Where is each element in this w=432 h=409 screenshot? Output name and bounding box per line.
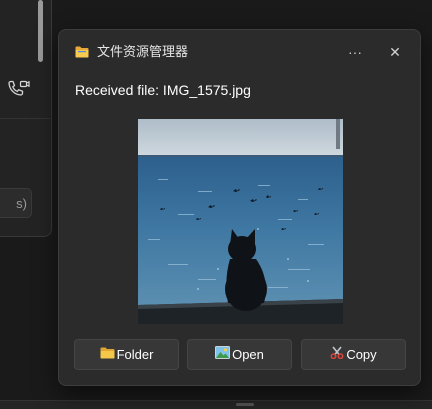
more-options-button[interactable]: ··· — [343, 41, 367, 63]
picture-icon — [215, 340, 231, 369]
notification-header: 文件资源管理器 ··· ✕ — [59, 30, 420, 74]
copy-file-button[interactable]: Copy — [301, 339, 406, 370]
copy-button-label: Copy — [346, 347, 377, 362]
folder-icon — [100, 340, 115, 369]
background-input-field[interactable]: s) — [0, 188, 32, 218]
background-scrollbar[interactable] — [38, 0, 43, 62]
notification-message: Received file: IMG_1575.jpg — [75, 82, 251, 98]
cat-by-sea-photo — [138, 119, 343, 324]
close-button[interactable]: ✕ — [383, 41, 407, 63]
folder-button-label: Folder — [116, 347, 154, 362]
notification-app-name: 文件资源管理器 — [97, 44, 189, 59]
video-call-icon[interactable] — [6, 80, 30, 100]
file-explorer-icon — [75, 45, 89, 58]
file-received-notification: 文件资源管理器 ··· ✕ Received file: IMG_1575.jp… — [58, 29, 421, 386]
scissors-icon — [330, 340, 344, 369]
open-button-label: Open — [232, 347, 264, 362]
background-divider — [0, 118, 50, 119]
open-file-button[interactable]: Open — [187, 339, 292, 370]
taskbar-indicator — [236, 403, 254, 406]
open-folder-button[interactable]: Folder — [74, 339, 179, 370]
notification-actions: Folder Open Copy — [74, 339, 407, 371]
received-image-preview[interactable] — [138, 119, 343, 324]
